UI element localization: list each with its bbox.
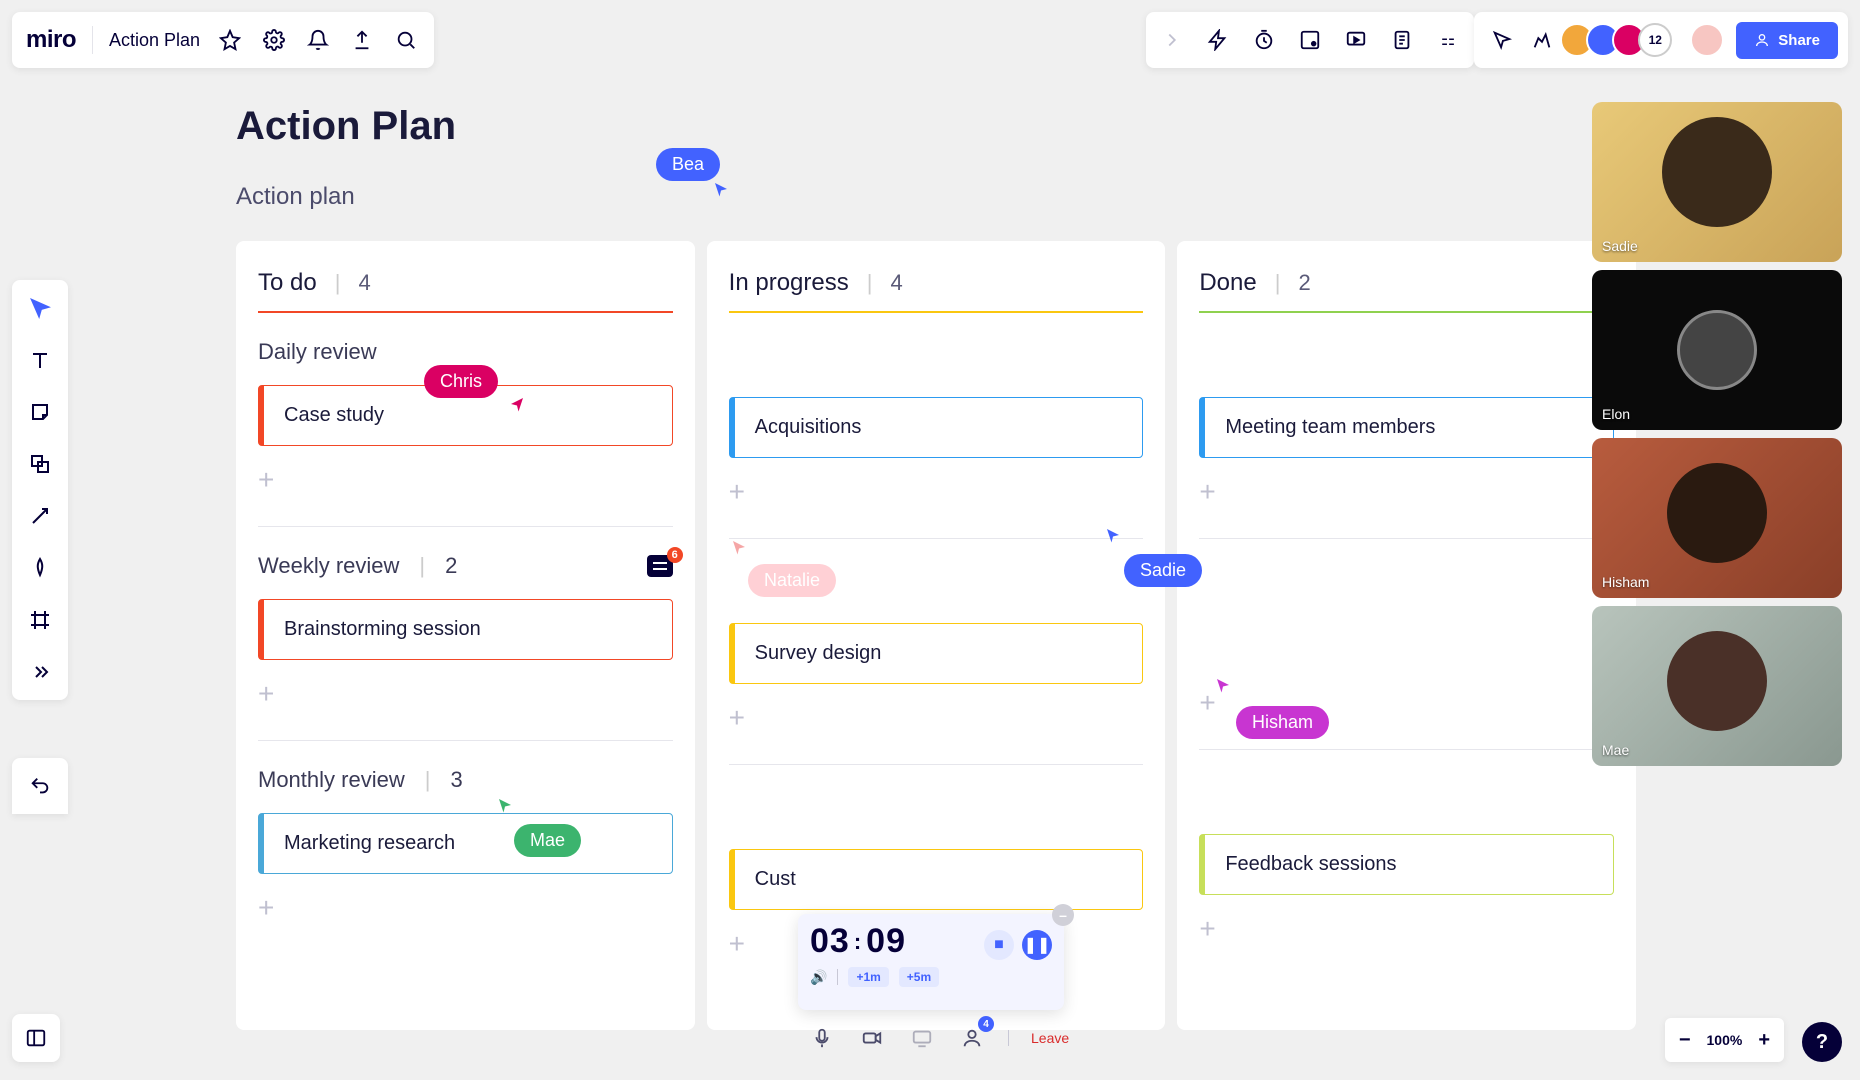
call-bar: 4 Leave: [808, 1024, 1069, 1052]
zoom-level[interactable]: 100%: [1707, 1032, 1743, 1048]
share-button[interactable]: Share: [1736, 22, 1838, 59]
add-card-button[interactable]: +: [258, 464, 673, 496]
video-tile[interactable]: Sadie: [1592, 102, 1842, 262]
timer-pause[interactable]: ❚❚: [1022, 930, 1052, 960]
column-title: To do: [258, 269, 317, 297]
card[interactable]: Acquisitions: [729, 397, 1144, 458]
shape-tool[interactable]: [22, 446, 58, 482]
add-card-button[interactable]: +: [1199, 476, 1614, 508]
add-card-button[interactable]: +: [258, 678, 673, 710]
video-panel: Sadie Elon Hisham Mae: [1592, 102, 1842, 766]
participants-icon[interactable]: 4: [958, 1024, 986, 1052]
card[interactable]: Marketing research: [258, 813, 673, 874]
camera-icon[interactable]: [858, 1024, 886, 1052]
search-icon[interactable]: [392, 26, 420, 54]
sound-icon[interactable]: 🔊: [810, 969, 827, 986]
topbar-left: miro Action Plan: [12, 12, 434, 68]
card[interactable]: Brainstorming session: [258, 599, 673, 660]
timer-stop[interactable]: ■: [984, 930, 1014, 960]
timer-icon[interactable]: [1250, 26, 1278, 54]
left-toolbar: [12, 280, 68, 700]
undo-button[interactable]: [12, 758, 68, 814]
column-title: Done: [1199, 269, 1256, 297]
section-header: Monthly review | 3: [258, 767, 673, 793]
board-name[interactable]: Action Plan: [109, 30, 200, 51]
column-rule: [729, 311, 1144, 313]
card[interactable]: Survey design: [729, 623, 1144, 684]
card[interactable]: Cust: [729, 849, 1144, 910]
avatar-count[interactable]: 12: [1638, 23, 1672, 57]
more-icon[interactable]: ⚏: [1434, 26, 1462, 54]
notes-icon[interactable]: [1388, 26, 1416, 54]
timer-plus-1m[interactable]: +1m: [848, 967, 888, 987]
card[interactable]: Meeting team members: [1199, 397, 1614, 458]
reactions-icon[interactable]: [1528, 26, 1556, 54]
help-button[interactable]: ?: [1802, 1022, 1842, 1062]
board-subtitle: Action plan: [236, 183, 1636, 211]
timer-close[interactable]: –: [1052, 904, 1074, 926]
frame-tool[interactable]: [22, 602, 58, 638]
column-done[interactable]: Done | 2 Meeting team members + + Feedba…: [1177, 241, 1636, 1030]
zoom-out[interactable]: −: [1679, 1029, 1691, 1052]
divider: [92, 26, 93, 54]
video-tile[interactable]: Mae: [1592, 606, 1842, 766]
pen-tool[interactable]: [22, 550, 58, 586]
zoom-in[interactable]: +: [1758, 1029, 1770, 1052]
zoom-controls: − 100% +: [1665, 1018, 1784, 1062]
cursor-tool-icon[interactable]: [1488, 26, 1516, 54]
section-header: Weekly review | 2 6: [258, 553, 673, 579]
cursor-hisham: Hisham: [1236, 706, 1329, 739]
mic-icon[interactable]: [808, 1024, 836, 1052]
column-count: 4: [890, 270, 902, 296]
estimate-icon[interactable]: [1296, 26, 1324, 54]
present-icon[interactable]: [1342, 26, 1370, 54]
cursor-chris: Chris: [424, 365, 498, 398]
cursor-sadie: Sadie: [1124, 554, 1202, 587]
column-title: In progress: [729, 269, 849, 297]
column-count: 2: [1298, 270, 1310, 296]
text-tool[interactable]: [22, 342, 58, 378]
cursor-mae: Mae: [514, 824, 581, 857]
timer-widget[interactable]: – 03:09 ■ ❚❚ 🔊 +1m +5m: [798, 914, 1064, 1010]
column-rule: [258, 311, 673, 313]
card[interactable]: Feedback sessions: [1199, 834, 1614, 895]
bell-icon[interactable]: [304, 26, 332, 54]
line-tool[interactable]: [22, 498, 58, 534]
comments-badge[interactable]: 6: [647, 555, 673, 577]
bolt-icon[interactable]: [1204, 26, 1232, 54]
cursor-bea: Bea: [656, 148, 720, 181]
column-count: 4: [358, 270, 370, 296]
facilitator-avatar[interactable]: [1690, 23, 1724, 57]
logo[interactable]: miro: [26, 26, 76, 54]
select-tool[interactable]: [22, 290, 58, 326]
board-title: Action Plan: [236, 104, 1636, 149]
kanban-columns: To do | 4 Daily review Case study + Week…: [236, 241, 1636, 1030]
screenshare-icon[interactable]: [908, 1024, 936, 1052]
sticky-tool[interactable]: [22, 394, 58, 430]
add-card-button[interactable]: +: [729, 702, 1144, 734]
column-todo[interactable]: To do | 4 Daily review Case study + Week…: [236, 241, 695, 1030]
topbar-right: 12 Share: [1474, 12, 1848, 68]
settings-icon[interactable]: [260, 26, 288, 54]
add-card-button[interactable]: +: [729, 476, 1144, 508]
add-card-button[interactable]: +: [1199, 913, 1614, 945]
video-tile[interactable]: Hisham: [1592, 438, 1842, 598]
star-icon[interactable]: [216, 26, 244, 54]
panel-toggle[interactable]: [12, 1014, 60, 1062]
export-icon[interactable]: [348, 26, 376, 54]
cursor-natalie: Natalie: [748, 564, 836, 597]
presence-avatars[interactable]: 12: [1568, 23, 1672, 57]
timer-plus-5m[interactable]: +5m: [899, 967, 939, 987]
more-tools[interactable]: [22, 654, 58, 690]
column-rule: [1199, 311, 1614, 313]
video-tile[interactable]: Elon: [1592, 270, 1842, 430]
column-inprogress[interactable]: In progress | 4 Acquisitions + Survey de…: [707, 241, 1166, 1030]
section-header: Daily review: [258, 339, 673, 365]
chevron-right-icon[interactable]: [1158, 26, 1186, 54]
leave-button[interactable]: Leave: [1031, 1030, 1069, 1046]
share-label: Share: [1778, 32, 1820, 49]
add-card-button[interactable]: +: [258, 892, 673, 924]
board: Action Plan Action plan To do | 4 Daily …: [236, 104, 1636, 1030]
topbar-center: ⚏: [1146, 12, 1474, 68]
